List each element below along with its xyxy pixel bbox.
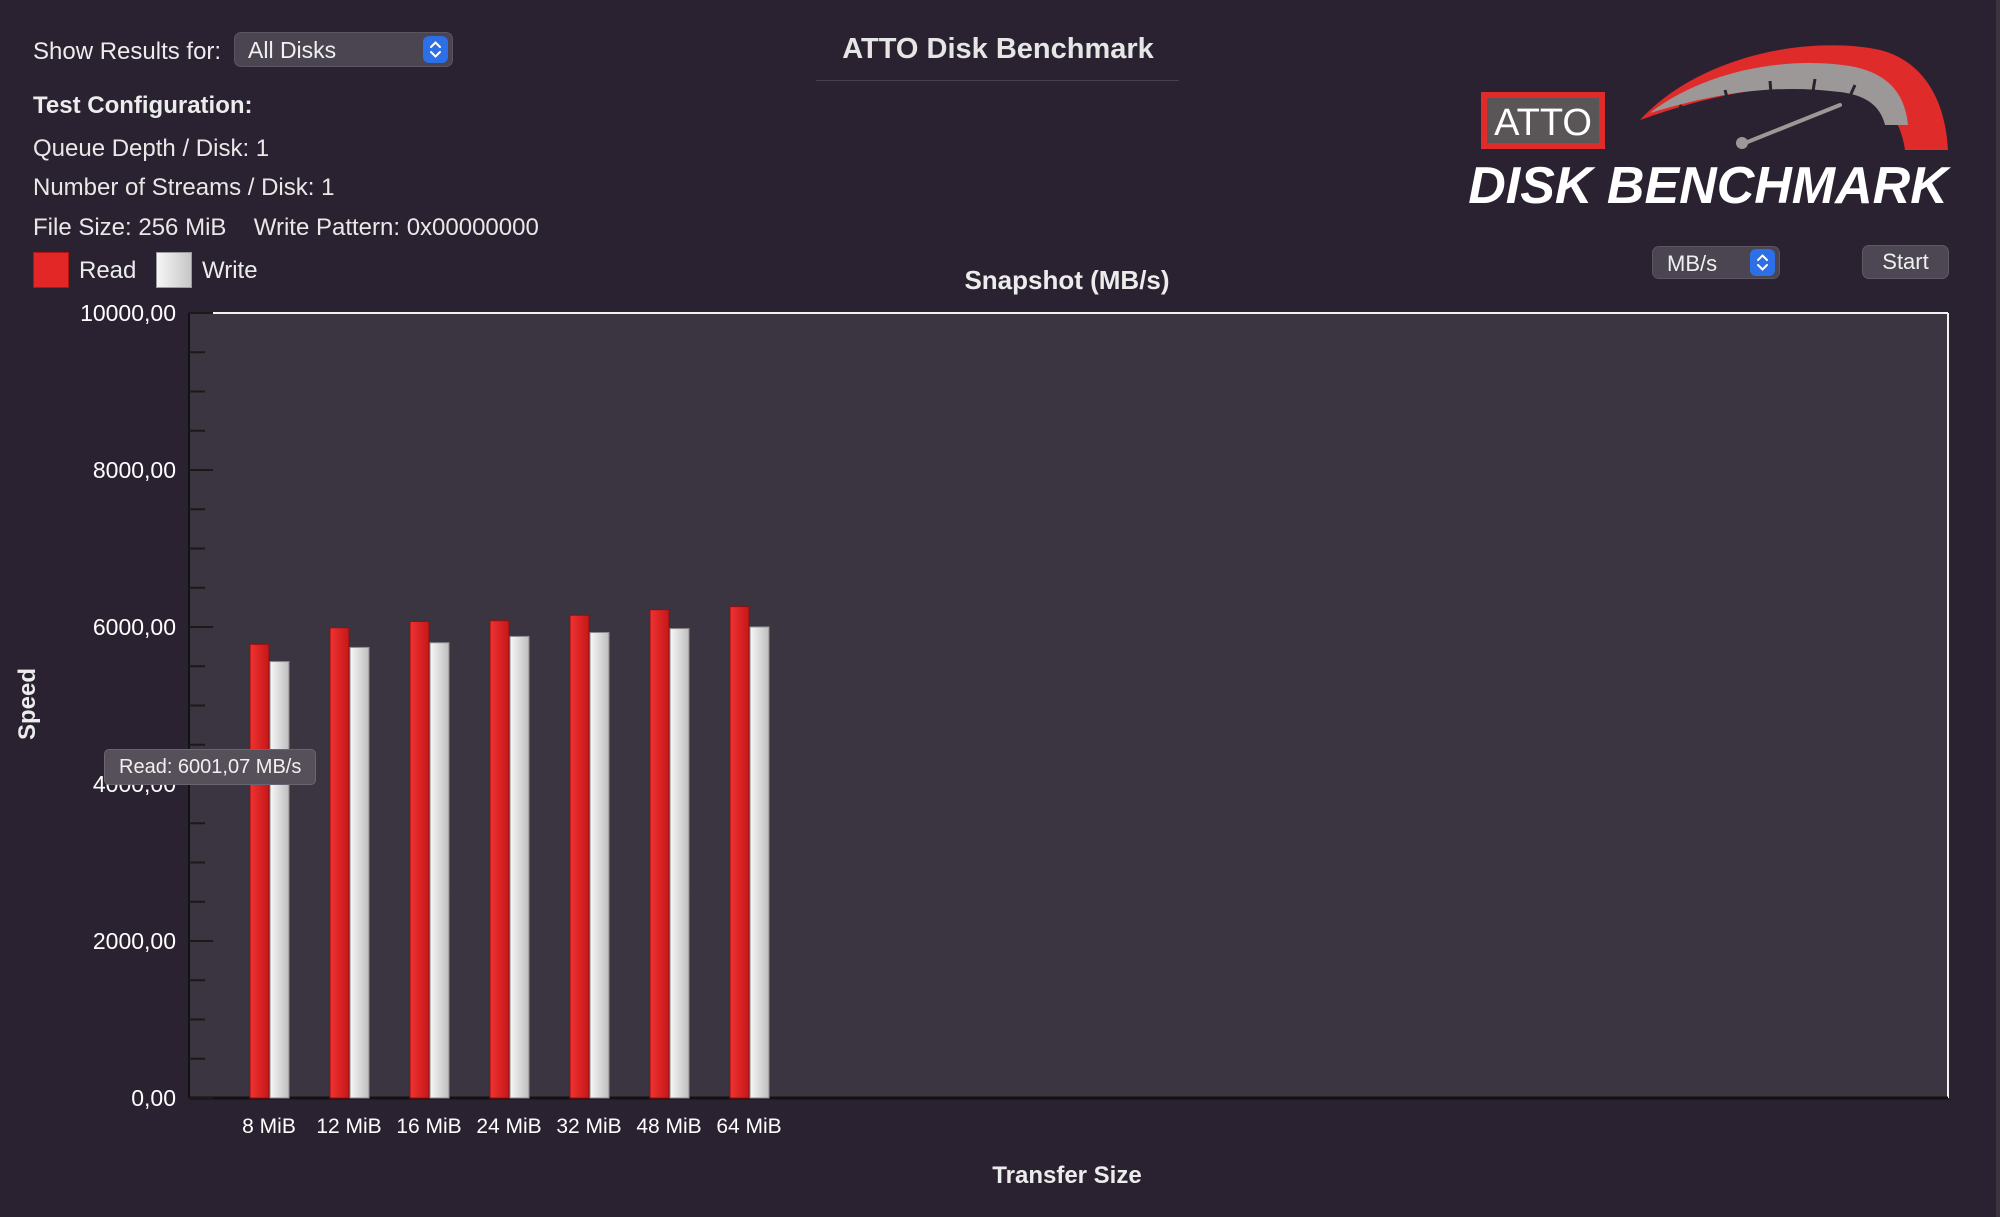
y-tick-label: 8000,00	[93, 457, 176, 483]
x-tick-label: 16 MiB	[396, 1115, 461, 1138]
read-bar	[329, 627, 350, 1099]
x-axis-label: Transfer Size	[992, 1162, 1142, 1189]
plot-area	[189, 313, 1948, 1098]
y-tick-label: 0,00	[131, 1085, 176, 1111]
write-bar	[429, 642, 450, 1099]
x-tick-label: 64 MiB	[716, 1115, 781, 1138]
y-tick-label: 10000,00	[80, 300, 176, 326]
write-bar	[349, 646, 370, 1099]
x-tick-label: 48 MiB	[636, 1115, 701, 1138]
write-bar	[509, 635, 530, 1099]
x-tick-label: 32 MiB	[556, 1115, 621, 1138]
read-bar	[409, 621, 430, 1099]
y-axis-label: Speed	[14, 667, 41, 740]
read-bar	[249, 643, 270, 1099]
write-bar	[269, 661, 290, 1099]
bar-chart: 0,002000,004000,006000,008000,0010000,00…	[80, 300, 1949, 1138]
x-tick-label: 24 MiB	[476, 1115, 541, 1138]
y-tick-label: 6000,00	[93, 614, 176, 640]
x-tick-label: 8 MiB	[242, 1115, 296, 1138]
y-tick-label: 2000,00	[93, 928, 176, 954]
write-bar	[749, 626, 770, 1099]
value-tooltip: Read: 6001,07 MB/s	[104, 749, 317, 785]
read-bar	[489, 620, 510, 1099]
write-bar	[589, 631, 610, 1099]
read-bar	[569, 614, 590, 1099]
write-bar	[669, 628, 690, 1099]
read-bar	[729, 606, 750, 1099]
read-bar	[649, 609, 670, 1099]
window-edge	[1996, 0, 2000, 1217]
x-tick-label: 12 MiB	[316, 1115, 381, 1138]
